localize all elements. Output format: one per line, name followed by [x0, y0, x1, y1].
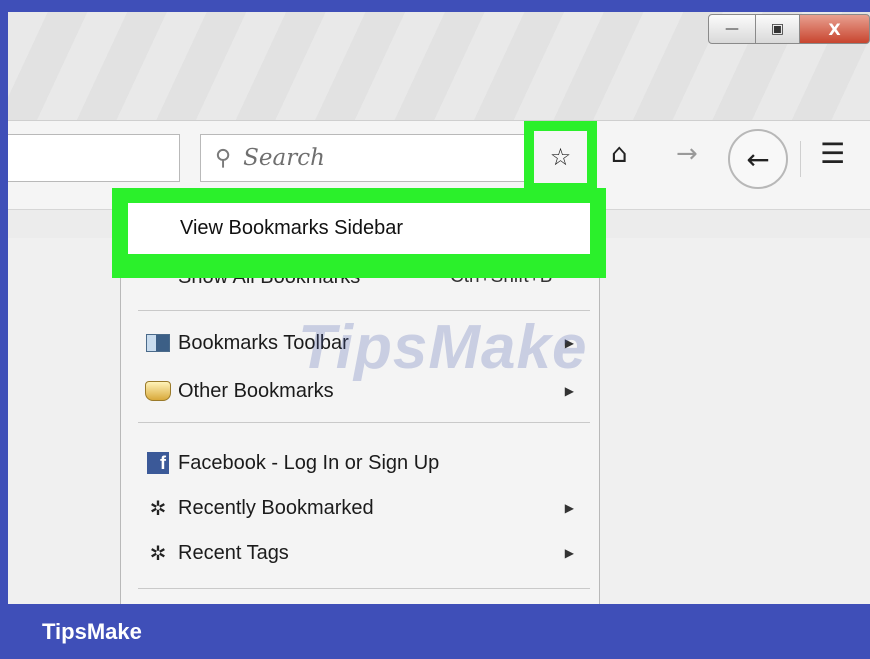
minimize-button[interactable]: —: [708, 14, 756, 44]
toolbar-separator: [800, 141, 801, 177]
search-icon: ⚲: [215, 145, 232, 171]
search-placeholder: Search: [243, 145, 325, 171]
forward-arrow-icon[interactable]: →: [676, 139, 698, 169]
maximize-button[interactable]: ▣: [756, 14, 800, 44]
window-controls: — ▣ X: [708, 14, 870, 44]
menu-item-view-bookmarks-sidebar[interactable]: View Bookmarks Sidebar: [128, 203, 590, 254]
home-icon[interactable]: ⌂: [611, 139, 628, 169]
menu-item-recent-tags[interactable]: ✲ Recent Tags ▶: [144, 538, 574, 568]
search-input[interactable]: ⚲ Search: [200, 134, 525, 182]
close-icon: X: [828, 19, 841, 39]
browser-window: — ▣ X ⚲ Search ☆ ⌂ → ← ☰ Show All Bookma…: [8, 12, 870, 604]
title-bar: — ▣ X: [8, 12, 870, 121]
menu-separator: [138, 310, 590, 311]
menu-item-label: Facebook - Log In or Sign Up: [178, 451, 440, 474]
menu-separator: [138, 422, 590, 423]
other-bookmarks-icon: [145, 381, 171, 401]
maximize-icon: ▣: [770, 21, 785, 37]
minimize-icon: —: [725, 21, 739, 37]
gear-icon: ✲: [149, 496, 167, 520]
watermark: TipsMake: [298, 313, 588, 382]
bookmarks-toolbar-icon: [146, 334, 170, 352]
menu-item-recently-bookmarked[interactable]: ✲ Recently Bookmarked ▶: [144, 493, 574, 523]
back-button[interactable]: ←: [728, 129, 788, 189]
menu-item-label: Recent Tags: [178, 541, 289, 564]
hamburger-menu-icon[interactable]: ☰: [820, 137, 845, 170]
submenu-arrow-icon: ▶: [564, 384, 574, 398]
facebook-icon: f: [147, 452, 169, 474]
footer-bar: TipsMake: [0, 604, 870, 659]
bookmark-star-button[interactable]: ☆: [524, 121, 597, 193]
footer-brand: TipsMake: [42, 618, 142, 644]
menu-separator: [138, 588, 590, 589]
submenu-arrow-icon: ▶: [564, 501, 574, 515]
close-button[interactable]: X: [800, 14, 870, 44]
menu-item-facebook[interactable]: f Facebook - Log In or Sign Up: [144, 448, 574, 478]
menu-item-label: Recently Bookmarked: [178, 496, 374, 519]
bookmark-star-icon: ☆: [549, 143, 572, 171]
submenu-arrow-icon: ▶: [564, 546, 574, 560]
back-arrow-icon: ←: [746, 142, 770, 176]
menu-item-label: View Bookmarks Sidebar: [180, 217, 404, 239]
url-bar[interactable]: [8, 134, 180, 182]
gear-icon: ✲: [149, 541, 167, 565]
